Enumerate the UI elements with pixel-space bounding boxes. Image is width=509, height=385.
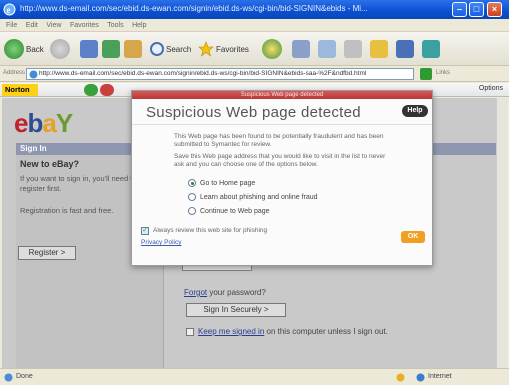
address-input[interactable]: http://www.ds-email.com/sec/ebid.ds-ewan…: [26, 68, 414, 80]
option-home-page-label: Go to Home page: [200, 179, 256, 187]
page-icon: [29, 70, 38, 79]
zone-text: Internet: [428, 373, 452, 380]
home-icon: [124, 40, 142, 58]
history-icon: [292, 40, 310, 58]
norton-status-icon: [396, 373, 405, 382]
stop-icon: [80, 40, 98, 58]
history-button[interactable]: [292, 38, 310, 60]
refresh-icon: [102, 40, 120, 58]
review-checkbox-label: Always review this web site for phishing: [153, 227, 268, 234]
forward-arrow-icon: [50, 39, 70, 59]
messenger-button[interactable]: [422, 38, 440, 60]
signin-securely-button[interactable]: Sign In Securely >: [186, 303, 286, 317]
favorites-star-icon: [198, 41, 214, 57]
mail-icon: [318, 40, 336, 58]
media-icon: [262, 39, 282, 59]
dialog-divider: [132, 124, 432, 125]
norton-logo: Norton: [2, 84, 38, 96]
maximize-button[interactable]: □: [469, 2, 484, 17]
discuss-icon: [396, 40, 414, 58]
dialog-message: This Web page has been found to be poten…: [174, 133, 384, 148]
mail-button[interactable]: [318, 38, 336, 60]
norton-options[interactable]: Options: [479, 85, 503, 92]
keep-signed-link[interactable]: Keep me signed in: [198, 327, 264, 336]
address-url: http://www.ds-email.com/sec/ebid.ds-ewan…: [39, 70, 367, 77]
address-bar: Address http://www.ds-email.com/sec/ebid…: [0, 66, 509, 82]
refresh-button[interactable]: [102, 38, 120, 60]
menu-edit[interactable]: Edit: [26, 19, 38, 32]
search-button[interactable]: Search: [150, 38, 191, 60]
menu-help[interactable]: Help: [132, 19, 146, 32]
option-home-page[interactable]: Go to Home page: [188, 179, 255, 187]
register-button[interactable]: Register >: [18, 246, 76, 260]
radio-learn-phishing[interactable]: [188, 193, 196, 201]
internet-zone-icon: [416, 373, 425, 382]
dialog-caption-bar: Suspicious Web page detected: [132, 91, 432, 99]
page-done-icon: [4, 373, 13, 382]
address-label: Address: [3, 70, 26, 76]
forgot-link[interactable]: Forgot: [184, 288, 207, 297]
browser-window: e http://www.ds-email.com/sec/ebid.ds-ew…: [0, 0, 509, 385]
links-label[interactable]: Links: [436, 70, 450, 76]
internet-explorer-icon: e: [3, 3, 16, 16]
toolbar: Back Search Favorites: [0, 32, 509, 66]
option-learn-phishing-label: Learn about phishing and online fraud: [200, 193, 318, 201]
favorites-button[interactable]: Favorites: [198, 38, 249, 60]
status-text: Done: [16, 373, 33, 380]
radio-home-page[interactable]: [188, 179, 196, 187]
radio-continue[interactable]: [188, 207, 196, 215]
title-bar: e http://www.ds-email.com/sec/ebid.ds-ew…: [0, 0, 509, 19]
back-arrow-icon: [4, 39, 24, 59]
minimize-button[interactable]: –: [452, 2, 467, 17]
menu-bar: File Edit View Favorites Tools Help: [0, 19, 509, 32]
forward-button[interactable]: [50, 38, 70, 60]
dialog-title: Suspicious Web page detected: [146, 104, 361, 121]
folder-icon: [370, 40, 388, 58]
phishing-warning-dialog: Suspicious Web page detected Suspicious …: [131, 90, 433, 266]
menu-tools[interactable]: Tools: [107, 19, 123, 32]
dialog-caption: Suspicious Web page detected: [240, 92, 324, 98]
messenger-icon: [422, 40, 440, 58]
vertical-scrollbar[interactable]: [496, 98, 507, 368]
dialog-instructions: Save this Web page address that you woul…: [174, 153, 386, 168]
print-button[interactable]: [344, 38, 362, 60]
menu-view[interactable]: View: [46, 19, 61, 32]
ok-button[interactable]: OK: [401, 231, 425, 243]
norton-alert-icon[interactable]: [100, 84, 114, 96]
media-button[interactable]: [262, 38, 282, 60]
home-button[interactable]: [124, 38, 142, 60]
option-learn-phishing[interactable]: Learn about phishing and online fraud: [188, 193, 318, 201]
print-icon: [344, 40, 362, 58]
status-bar: Done Internet: [0, 368, 509, 385]
discuss-button[interactable]: [396, 38, 414, 60]
forgot-rest: your password?: [209, 288, 266, 297]
keep-signed-text: Keep me signed in on this computer unles…: [198, 327, 388, 336]
menu-favorites[interactable]: Favorites: [70, 19, 99, 32]
go-button[interactable]: [420, 68, 432, 80]
search-label: Search: [166, 44, 192, 54]
stop-button[interactable]: [80, 38, 98, 60]
favorites-label: Favorites: [216, 44, 249, 54]
close-button[interactable]: ×: [487, 2, 502, 17]
forgot-password: Forgot your password?: [184, 288, 266, 297]
norton-check-icon[interactable]: [84, 84, 98, 96]
search-icon: [150, 42, 164, 56]
menu-file[interactable]: File: [6, 19, 17, 32]
option-continue-label: Continue to Web page: [200, 207, 270, 215]
svg-text:e: e: [7, 5, 11, 15]
edit-button[interactable]: [370, 38, 388, 60]
privacy-policy-link[interactable]: Privacy Policy: [141, 239, 181, 246]
ebay-logo: ebaY: [14, 108, 73, 138]
back-label: Back: [26, 44, 44, 54]
back-button[interactable]: Back: [4, 38, 44, 60]
review-checkbox[interactable]: ✓: [141, 227, 149, 235]
keep-signed-rest: on this computer unless I sign out.: [266, 327, 388, 336]
option-continue[interactable]: Continue to Web page: [188, 207, 270, 215]
help-button[interactable]: Help: [402, 105, 428, 117]
keep-signed-checkbox[interactable]: [186, 328, 194, 336]
window-title: http://www.ds-email.com/sec/ebid.ds-ewan…: [20, 4, 368, 13]
signin-header-label: Sign In: [20, 144, 47, 153]
